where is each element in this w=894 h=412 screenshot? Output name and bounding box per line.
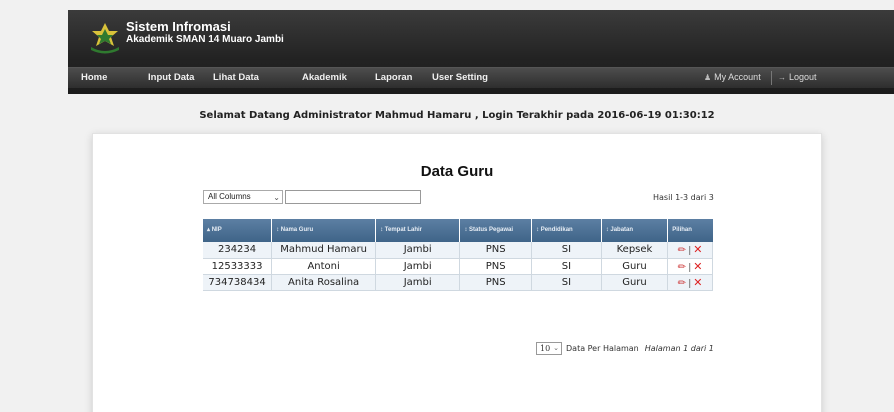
arrow-right-icon: → xyxy=(778,73,786,82)
chevron-down-icon: ⌄ xyxy=(273,193,280,202)
nav-input-data[interactable]: Input Data xyxy=(148,72,194,83)
per-page-select[interactable]: 10 ⌄ xyxy=(536,342,562,355)
column-select-value: All Columns xyxy=(208,192,251,201)
page-title: Data Guru xyxy=(420,163,494,180)
search-input[interactable] xyxy=(285,190,421,204)
brand-subtitle: Akademik SMAN 14 Muaro Jambi xyxy=(126,34,284,45)
sort-arrows-icon: ↕ xyxy=(276,227,280,233)
sort-arrows-icon: ↕ xyxy=(380,227,384,233)
pencil-icon[interactable]: ✏ xyxy=(678,245,686,256)
table-header-row: ▴ NIP ↕ Nama Guru ↕ Tempat Lahir ↕ Statu… xyxy=(203,219,713,242)
per-page-label: Data Per Halaman xyxy=(566,344,639,353)
cell-nama: Mahmud Hamaru xyxy=(271,242,377,259)
sort-arrows-icon: ↕ xyxy=(464,227,468,233)
cell-pendidikan: SI xyxy=(531,242,602,259)
brand: Sistem Infromasi Akademik SMAN 14 Muaro … xyxy=(126,20,284,46)
nav-lihat-data[interactable]: Lihat Data xyxy=(213,72,259,83)
sort-arrows-icon: ↕ xyxy=(536,227,540,233)
header-nip[interactable]: ▴ NIP xyxy=(203,219,273,242)
cell-tempat-lahir: Jambi xyxy=(375,258,461,275)
cell-tempat-lahir: Jambi xyxy=(375,274,461,291)
my-account-link[interactable]: ♟ My Account xyxy=(704,72,761,82)
per-page-value: 10 xyxy=(540,344,551,353)
action-separator: | xyxy=(688,262,692,273)
teacher-table: ▴ NIP ↕ Nama Guru ↕ Tempat Lahir ↕ Statu… xyxy=(203,219,713,291)
nav-akademik[interactable]: Akademik xyxy=(302,72,347,83)
user-icon: ♟ xyxy=(704,73,712,82)
cell-status: PNS xyxy=(459,242,533,259)
cell-nip: 234234 xyxy=(203,242,273,259)
action-separator: | xyxy=(688,246,692,257)
pagination: 10 ⌄ Data Per Halaman Halaman 1 dari 1 xyxy=(536,342,714,356)
table-row: 734738434 Anita Rosalina Jambi PNS SI Gu… xyxy=(203,274,713,291)
cell-tempat-lahir: Jambi xyxy=(375,242,461,259)
nav-laporan[interactable]: Laporan xyxy=(375,72,412,83)
cell-status: PNS xyxy=(459,258,533,275)
sort-arrows-icon: ↕ xyxy=(605,227,609,233)
cell-nama: Anita Rosalina xyxy=(271,274,377,291)
table-row: 12533333 Antoni Jambi PNS SI Guru ✏ | ✕ xyxy=(203,258,713,275)
header-status-pegawai[interactable]: ↕ Status Pegawai xyxy=(459,219,533,242)
chevron-down-icon: ⌄ xyxy=(553,344,559,352)
cell-jabatan: Kepsek xyxy=(601,242,669,259)
header-tempat-lahir[interactable]: ↕ Tempat Lahir xyxy=(375,219,461,242)
sort-arrows-icon: ▴ xyxy=(207,227,211,233)
cell-actions: ✏ | ✕ xyxy=(667,258,713,275)
cross-icon[interactable]: ✕ xyxy=(693,276,702,289)
cell-nip: 734738434 xyxy=(203,274,273,291)
column-select[interactable]: All Columns ⌄ xyxy=(203,190,283,204)
header-pilihan: Pilihan xyxy=(667,219,713,242)
action-separator: | xyxy=(688,278,692,289)
result-count: Hasil 1-3 dari 3 xyxy=(653,193,714,202)
pencil-icon[interactable]: ✏ xyxy=(678,278,686,289)
nav-user-setting[interactable]: User Setting xyxy=(432,72,488,83)
cell-nama: Antoni xyxy=(271,258,377,275)
cell-jabatan: Guru xyxy=(601,258,669,275)
logout-label: Logout xyxy=(789,72,817,82)
page-info: Halaman 1 dari 1 xyxy=(644,344,714,353)
school-logo-icon xyxy=(91,23,119,54)
cross-icon[interactable]: ✕ xyxy=(693,243,702,256)
pencil-icon[interactable]: ✏ xyxy=(678,262,686,273)
header-jabatan[interactable]: ↕ Jabatan xyxy=(601,219,669,242)
cell-jabatan: Guru xyxy=(601,274,669,291)
cell-pendidikan: SI xyxy=(531,274,602,291)
header-nama-guru[interactable]: ↕ Nama Guru xyxy=(271,219,377,242)
cross-icon[interactable]: ✕ xyxy=(693,260,702,273)
nav-divider xyxy=(771,71,772,85)
cell-status: PNS xyxy=(459,274,533,291)
brand-title: Sistem Infromasi xyxy=(126,19,231,34)
cell-pendidikan: SI xyxy=(531,258,602,275)
my-account-label: My Account xyxy=(714,72,761,82)
navbar: Home Input Data Lihat Data Akademik Lapo… xyxy=(68,67,894,88)
nav-home[interactable]: Home xyxy=(81,72,107,83)
welcome-message: Selamat Datang Administrator Mahmud Hama… xyxy=(199,110,715,121)
header-pendidikan[interactable]: ↕ Pendidikan xyxy=(531,219,602,242)
logout-link[interactable]: → Logout xyxy=(778,72,817,82)
cell-actions: ✏ | ✕ xyxy=(667,274,713,291)
cell-nip: 12533333 xyxy=(203,258,273,275)
table-row: 234234 Mahmud Hamaru Jambi PNS SI Kepsek… xyxy=(203,242,713,259)
cell-actions: ✏ | ✕ xyxy=(667,242,713,259)
